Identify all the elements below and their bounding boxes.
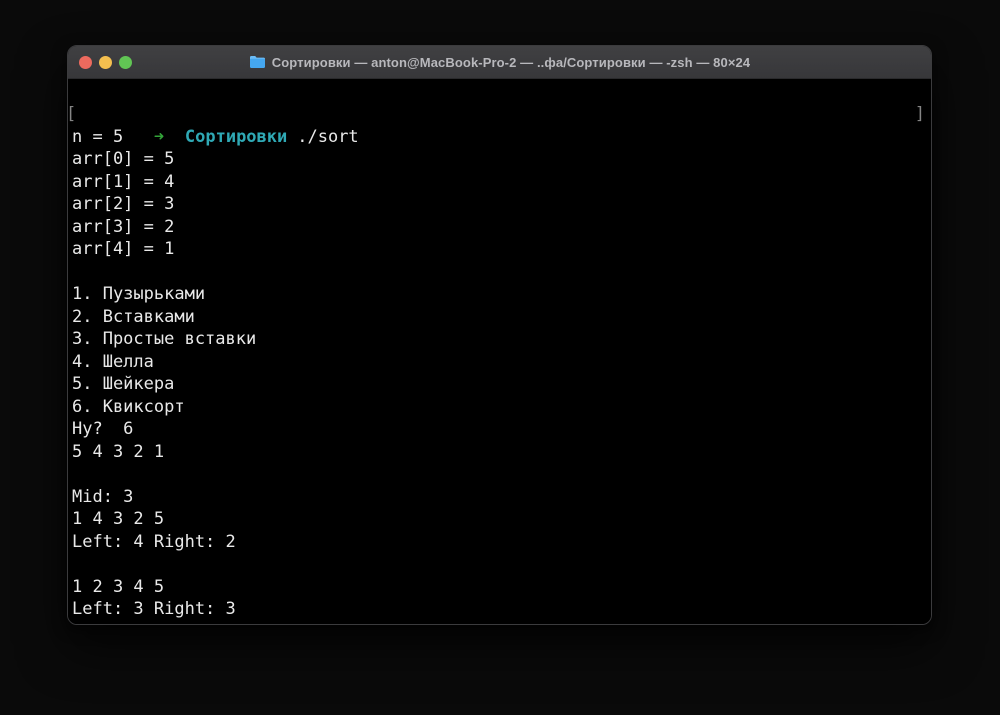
desktop-background: Сортировки — anton@MacBook-Pro-2 — ..фа/… (0, 0, 1000, 715)
traffic-lights (79, 46, 132, 78)
output-line: 5. Шейкера (72, 374, 175, 394)
folder-icon (249, 55, 266, 69)
output-line: 5 4 3 2 1 (72, 441, 165, 462)
prompt-cwd: Сортировки (184, 126, 288, 147)
output-line: 3. Простые вставки (72, 329, 257, 349)
output-line: arr[4] = 1 (72, 239, 175, 259)
output-line: Ну? 6 (72, 419, 134, 439)
terminal-content[interactable]: [ ➜ Сортировки ./sort] n = 5 arr[0] = 5 arr[1… (68, 79, 931, 624)
output-line: Left: 4 Right: 2 (72, 531, 236, 552)
minimize-button[interactable] (99, 55, 112, 69)
output-line: 6. Квиксорт (72, 396, 185, 417)
output-line: 4. Шелла (72, 351, 154, 372)
terminal-window: Сортировки — anton@MacBook-Pro-2 — ..фа/… (67, 45, 932, 625)
close-button[interactable] (79, 55, 92, 69)
output-line: Left: 3 Right: 3 (72, 599, 236, 619)
terminal-output: n = 5 arr[0] = 5 arr[1] = 4 arr[2] = 3 arr[3… (72, 126, 927, 621)
output-line: arr[2] = 3 (72, 194, 175, 214)
window-title: Сортировки — anton@MacBook-Pro-2 — ..фа/… (271, 54, 751, 70)
output-line: arr[0] = 5 (72, 149, 175, 169)
titlebar-proxy: Сортировки — anton@MacBook-Pro-2 — ..фа/… (249, 55, 750, 70)
prompt-line: [ ➜ Сортировки ./sort] (68, 103, 927, 147)
prompt-mark-right-icon: ] (914, 104, 925, 124)
output-line: arr[1] = 4 (72, 171, 175, 192)
output-line: 1 4 3 2 5 (72, 509, 165, 529)
window-titlebar[interactable]: Сортировки — anton@MacBook-Pro-2 — ..фа/… (68, 46, 931, 79)
prompt-arrow-icon: ➜ (153, 126, 165, 147)
prompt-command: ./sort (297, 126, 359, 147)
output-line: 1 2 3 4 5 (72, 576, 165, 597)
output-line: 2. Вставками (72, 306, 195, 327)
output-line: Mid: 3 (72, 486, 134, 507)
output-line: arr[3] = 2 (72, 216, 175, 237)
output-line: 1. Пузырьками (72, 284, 206, 304)
prompt-mark-left-icon: [ (67, 104, 77, 124)
zoom-button[interactable] (119, 55, 132, 69)
